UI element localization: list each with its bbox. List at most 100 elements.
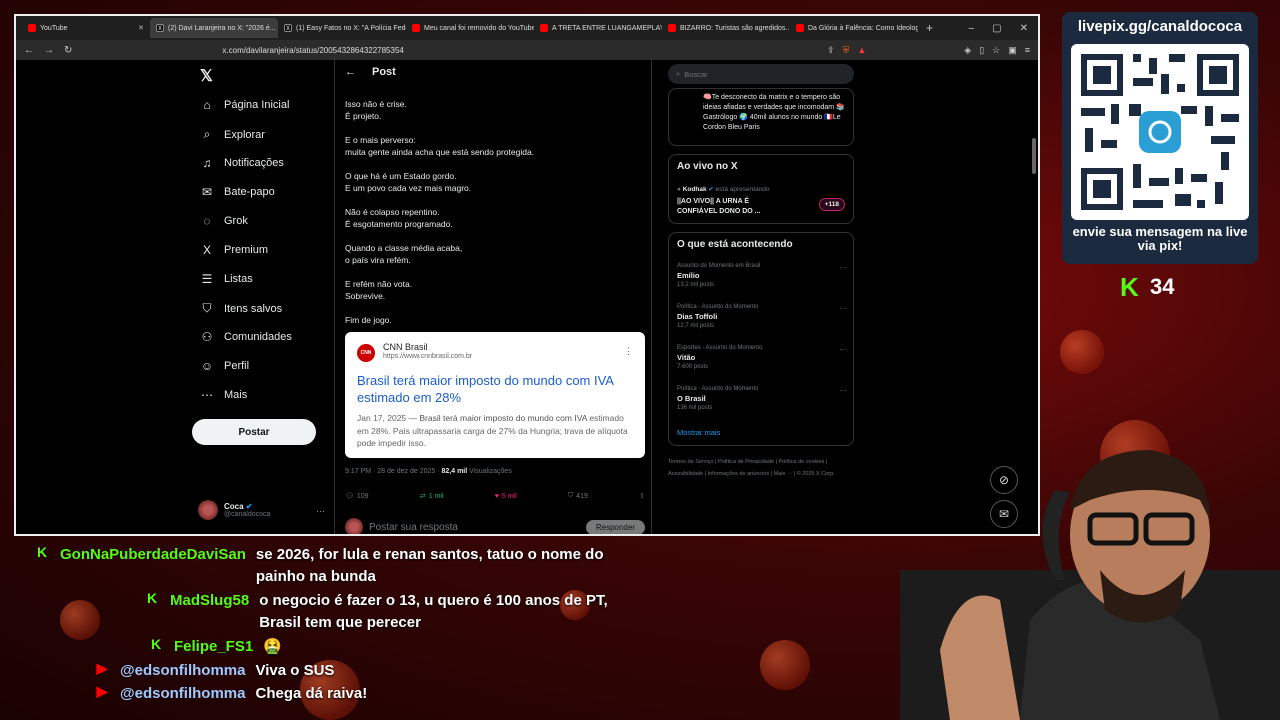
more-icon[interactable]: ··· xyxy=(839,263,847,272)
show-more-link[interactable]: Mostrar mais xyxy=(677,428,720,437)
post-button[interactable]: Postar xyxy=(192,419,316,445)
rewards-icon[interactable]: ▲ xyxy=(857,45,866,56)
trend-item[interactable]: Política · Assunto do Momento Dias Toffol… xyxy=(677,304,847,329)
back-icon[interactable]: ← xyxy=(24,45,34,56)
close-tab-icon[interactable]: ✕ xyxy=(138,24,144,32)
card-headline[interactable]: Brasil terá maior imposto do mundo com I… xyxy=(357,372,627,406)
like-action[interactable]: ♥ 5 mil xyxy=(495,492,517,500)
chat-message: K GonNaPuberdadeDaviSan se 2026, for lula … xyxy=(34,544,616,588)
reply-button[interactable]: Responder xyxy=(585,519,645,534)
browser-tab[interactable]: BIZARRO: Turistas são agredidos...✕ xyxy=(662,18,790,38)
window-controls: – ▢ ✕ xyxy=(969,23,1038,34)
post-paragraph: Quando a classe média acaba, o país vira… xyxy=(345,243,463,265)
address-bar[interactable]: x.com/davilaranjeira/status/200543286432… xyxy=(222,46,817,55)
browser-tab[interactable]: Meu canal foi removido do YouTube...✕ xyxy=(406,18,534,38)
heart-icon: ♥ xyxy=(494,492,499,500)
browser-tab[interactable]: YouTube ✕ xyxy=(22,18,150,38)
extension-icon[interactable]: ◈ xyxy=(964,45,971,56)
more-icon[interactable]: ··· xyxy=(839,304,847,313)
profile-switcher[interactable]: Coca ✔ @canaldococa xyxy=(198,500,270,520)
more-icon[interactable]: ··· xyxy=(839,345,847,354)
footer-links[interactable]: Termos de Serviço | Política de Privacid… xyxy=(668,456,858,480)
link-card[interactable]: CNN CNN Brasil https://www.cnnbrasil.com… xyxy=(345,332,645,458)
nav-item[interactable]: ⛉ Itens salvos xyxy=(200,301,282,316)
trends-box: O que está acontecendo Assunto do Moment… xyxy=(668,232,854,446)
brave-shield-icon[interactable]: ⛨ xyxy=(843,45,850,56)
youtube-icon xyxy=(28,24,36,32)
nav-item[interactable]: ⌕ Explorar xyxy=(200,127,265,142)
new-tab-icon[interactable]: + xyxy=(926,21,933,35)
nav-item[interactable]: ⚇ Comunidades xyxy=(200,330,292,344)
live-host-suffix: está apresentando xyxy=(713,186,770,193)
trend-item[interactable]: Esportes · Assunto do Momento Vitão 7.600 … xyxy=(677,345,847,370)
nav-item[interactable]: ◌ Grok xyxy=(200,214,247,228)
menu-icon[interactable]: ≡ xyxy=(1025,45,1030,56)
kebab-menu-icon[interactable]: ⋮ xyxy=(624,346,633,357)
like-count: 5 mil xyxy=(501,492,517,500)
people-icon: ⚇ xyxy=(201,330,213,344)
nav-label: Perfil xyxy=(224,360,250,372)
reply-composer: Postar sua resposta Responder xyxy=(345,518,645,534)
wallet-icon[interactable]: ▣ xyxy=(1008,45,1017,56)
browser-tab[interactable]: A TRETA ENTRE LUANGAMEPLAY E...✕ xyxy=(534,18,662,38)
profile-more-icon[interactable]: ··· xyxy=(316,506,325,516)
live-stream-title[interactable]: ||AO VIVO|| A URNA É CONFIÁVEL DONO DO .… xyxy=(677,197,787,217)
live-host: ● Kodhak ✔ está apresentando xyxy=(677,186,770,193)
share-icon[interactable]: ⇪ xyxy=(827,45,835,56)
reload-icon[interactable]: ↻ xyxy=(64,45,72,56)
post-paragraph: Isso não é crise. É projeto. xyxy=(345,99,407,121)
repost-icon: ⇄ xyxy=(419,493,426,500)
forward-icon[interactable]: → xyxy=(44,45,54,56)
search-placeholder: Buscar xyxy=(684,69,708,79)
repost-action[interactable]: ⇄ 1 mil xyxy=(419,492,444,501)
livepix-panel: livepix.gg/canaldococa envie sua mensage… xyxy=(1062,12,1258,264)
nav-item[interactable]: ✉ Bate-papo xyxy=(200,185,275,199)
bookmarks-icon[interactable]: ☆ xyxy=(992,45,1000,56)
minimize-icon[interactable]: – xyxy=(969,23,975,34)
repost-count: 1 mil xyxy=(428,492,444,500)
nav-item[interactable]: ☰ Listas xyxy=(200,272,253,286)
reply-action[interactable]: 💬︎ 109 xyxy=(345,492,369,501)
browser-tab[interactable]: X(2) Davi Laranjeira no X: "2026 é...✕ xyxy=(150,18,278,38)
tab-title: Da Glória à Falência: Como Ideologia... xyxy=(808,24,918,32)
chat-username: @edsonfilhomma xyxy=(120,685,246,702)
list-icon: ☰ xyxy=(201,272,213,286)
close-window-icon[interactable]: ✕ xyxy=(1020,23,1028,34)
post-paragraph: E o mais perverso: muita gente ainda ach… xyxy=(345,135,535,157)
youtube-icon: ▶ xyxy=(96,660,108,676)
view-count: 82,4 mil xyxy=(441,468,468,475)
chat-text: se 2026, for lula e renan santos, tatuo … xyxy=(255,546,604,585)
back-arrow-icon[interactable]: ← xyxy=(345,66,356,78)
trend-count: 13,2 mil posts xyxy=(677,282,715,288)
live-listeners-badge[interactable]: +118 xyxy=(818,198,845,211)
youtube-icon xyxy=(412,24,420,32)
qr-caption: envie sua mensagem na live via pix! xyxy=(1072,224,1248,253)
nav-item[interactable]: ♫ Notificações xyxy=(200,156,284,170)
x-logo-icon[interactable]: 𝕏 xyxy=(200,66,213,86)
nav-item[interactable]: ⌂ Página Inicial xyxy=(200,98,289,112)
browser-tab[interactable]: X (1) Easy Fatos no X: "A Polícia Federal… xyxy=(278,18,406,38)
trend-item[interactable]: Política · Assunto do Momento O Brasil 136… xyxy=(677,386,847,411)
post-paragraph: O que há é um Estado gordo. E um povo ca… xyxy=(345,171,472,193)
post-header-title: Post xyxy=(372,66,396,78)
more-icon[interactable]: ··· xyxy=(839,386,847,395)
kick-logo-icon: K xyxy=(36,544,48,560)
maximize-icon[interactable]: ▢ xyxy=(992,23,1001,34)
nav-item[interactable]: ☺ Perfil xyxy=(200,359,249,373)
nav-item[interactable]: X Premium xyxy=(200,243,268,257)
bookmark-action[interactable]: ⛉ 419 xyxy=(568,492,588,500)
youtube-icon xyxy=(796,24,804,32)
nav-label: Premium xyxy=(224,244,269,256)
browser-toolbar: ← → ↻ x.com/davilaranjeira/status/200543… xyxy=(16,40,1038,60)
share-action[interactable]: ⇧ xyxy=(639,492,645,500)
chat-text: Viva o SUS xyxy=(255,662,335,679)
scrollbar[interactable] xyxy=(1032,138,1036,174)
nav-item[interactable]: ⋯ Mais xyxy=(200,388,247,402)
tab-title: Meu canal foi removido do YouTube... xyxy=(424,24,534,32)
search-input[interactable]: ⌕ Buscar xyxy=(668,64,854,84)
card-excerpt-bold: Brasil terá maior imposto do mundo com I… xyxy=(419,413,587,423)
sidebar-icon[interactable]: ▯ xyxy=(979,45,984,56)
reply-input[interactable]: Postar sua resposta xyxy=(369,522,458,533)
browser-tab[interactable]: Da Glória à Falência: Como Ideologia...✕ xyxy=(790,18,918,38)
trend-item[interactable]: Assunto do Momento em Brasil Emílio 13,2 m… xyxy=(677,263,847,288)
